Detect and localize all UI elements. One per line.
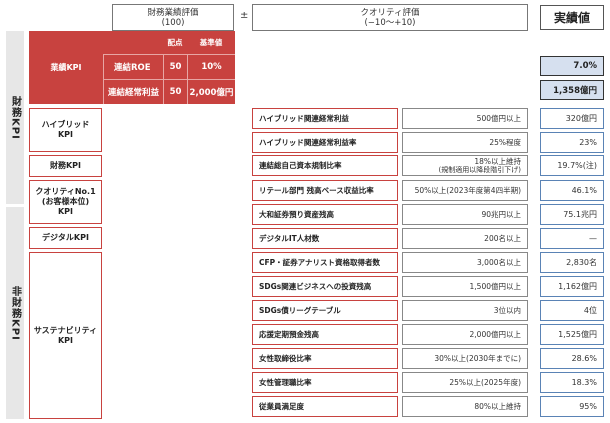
category-financial-kpi: 財務KPI xyxy=(29,155,102,177)
kpi-name: リテール部門 残高ベース収益比率 xyxy=(252,180,398,201)
kpi-target-text: 500億円以上 xyxy=(476,114,521,123)
kpi-target: 1,500億円以上 xyxy=(402,276,528,297)
quality-eval-range: (−10〜+10) xyxy=(364,17,416,28)
kpi-name: CFP・証券アナリスト資格取得者数 xyxy=(252,252,398,273)
ordinary-income-weight: 50 xyxy=(163,79,187,104)
category-sustainability-kpi: サステナビリティ KPI xyxy=(29,252,102,419)
kpi-target-text: 90兆円以上 xyxy=(481,210,521,219)
kpi-target: 25%程度 xyxy=(402,132,528,153)
actual-value-header: 実績値 xyxy=(540,5,604,30)
kpi-target: 500億円以上 xyxy=(402,108,528,129)
category-sustainability-line2: KPI xyxy=(57,335,74,345)
kpi-actual: 320億円 xyxy=(540,108,604,129)
weight-column-header: 配点 xyxy=(167,37,183,47)
kpi-actual: 4位 xyxy=(540,300,604,321)
kpi-actual: 23% xyxy=(540,132,604,153)
kpi-name: ハイブリッド関連経常利益率 xyxy=(252,132,398,153)
category-quality-line1: クオリティNo.1 xyxy=(35,187,96,196)
kpi-actual: 19.7%(注) xyxy=(540,155,604,176)
ordinary-income-base: 2,000億円 xyxy=(187,79,235,104)
category-digital-kpi: デジタルKPI xyxy=(29,227,102,249)
kpi-target-text: 30%以上(2030年までに) xyxy=(434,354,521,363)
kpi-target: 80%以上維持 xyxy=(402,396,528,417)
kpi-target: 50%以上(2023年度第4四半期) xyxy=(402,180,528,201)
kpi-name: 女性管理職比率 xyxy=(252,372,398,393)
kpi-actual: — xyxy=(540,228,604,249)
category-quality-line3: KPI xyxy=(57,207,74,216)
kpi-target-text: 50%以上(2023年度第4四半期) xyxy=(414,186,521,195)
kpi-target: 3,000名以上 xyxy=(402,252,528,273)
quality-eval-title: クオリティ評価 xyxy=(360,7,420,18)
kpi-target-note: (規制適用以降段階引下げ) xyxy=(438,165,521,174)
roe-actual: 7.0% xyxy=(540,56,604,76)
kpi-target-text: 3位以内 xyxy=(493,306,521,315)
category-hybrid-line2: KPI xyxy=(57,130,74,139)
kpi-name: ハイブリッド関連経常利益 xyxy=(252,108,398,129)
kpi-target: 200名以上 xyxy=(402,228,528,249)
kpi-actual: 75.1兆円 xyxy=(540,204,604,225)
kpi-target-text: 80%以上維持 xyxy=(474,402,521,411)
kpi-target-text: 18%以上維持 xyxy=(474,156,521,166)
ordinary-income-actual: 1,358億円 xyxy=(540,80,604,100)
quality-eval-header: クオリティ評価 (−10〜+10) xyxy=(252,4,528,31)
category-quality-kpi: クオリティNo.1 (お客様本位) KPI xyxy=(29,180,102,224)
kpi-actual: 2,830名 xyxy=(540,252,604,273)
kpi-target-text: 200名以上 xyxy=(484,234,521,243)
kpi-actual: 18.3% xyxy=(540,372,604,393)
kpi-actual: 1,162億円 xyxy=(540,276,604,297)
kpi-name: デジタルIT人材数 xyxy=(252,228,398,249)
ordinary-income-name: 連結経常利益 xyxy=(103,79,163,104)
category-hybrid-kpi: ハイブリッド KPI xyxy=(29,108,102,152)
kpi-name: 従業員満足度 xyxy=(252,396,398,417)
category-quality-line2: (お客様本位) xyxy=(41,197,90,206)
kpi-actual: 1,525億円 xyxy=(540,324,604,345)
kpi-actual: 46.1% xyxy=(540,180,604,201)
financial-eval-range: (100) xyxy=(161,17,185,28)
kpi-name: SDGs債リーグテーブル xyxy=(252,300,398,321)
base-column-header: 基準値 xyxy=(199,37,223,47)
kpi-actual: 28.6% xyxy=(540,348,604,369)
kpi-target: 3位以内 xyxy=(402,300,528,321)
category-sustainability-line1: サステナビリティ xyxy=(33,325,98,335)
roe-name: 連結ROE xyxy=(103,54,163,79)
kpi-target: 18%以上維持 (規制適用以降段階引下げ) xyxy=(402,155,528,176)
financial-eval-title: 財務業績評価 xyxy=(147,7,199,18)
kpi-name: 大和証券預り資産残高 xyxy=(252,204,398,225)
kpi-target-text: 2,000億円以上 xyxy=(469,330,521,339)
non-financial-kpi-side-label: 非財務KPI xyxy=(6,207,24,419)
kpi-target: 25%以上(2025年度) xyxy=(402,372,528,393)
kpi-target-text: 25%程度 xyxy=(489,138,521,147)
kpi-name: 応援定期預金残高 xyxy=(252,324,398,345)
kpi-target-text: 1,500億円以上 xyxy=(469,282,521,291)
kpi-target-text: 3,000名以上 xyxy=(477,258,521,267)
roe-base: 10% xyxy=(187,54,235,79)
kpi-target: 30%以上(2030年までに) xyxy=(402,348,528,369)
kpi-name: SDGs関連ビジネスへの投資残高 xyxy=(252,276,398,297)
kpi-target: 2,000億円以上 xyxy=(402,324,528,345)
category-hybrid-line1: ハイブリッド xyxy=(41,120,90,129)
kpi-name: 連結総自己資本規制比率 xyxy=(252,155,398,176)
kpi-target-text: 25%以上(2025年度) xyxy=(449,378,521,387)
kpi-name: 女性取締役比率 xyxy=(252,348,398,369)
financial-eval-header: 財務業績評価 (100) xyxy=(112,4,234,31)
performance-kpi-label: 業績KPI xyxy=(50,63,82,72)
kpi-actual: 95% xyxy=(540,396,604,417)
roe-weight: 50 xyxy=(163,54,187,79)
kpi-target: 90兆円以上 xyxy=(402,204,528,225)
financial-kpi-side-label: 財務KPI xyxy=(6,31,24,204)
plus-minus-sign: ± xyxy=(240,10,249,21)
